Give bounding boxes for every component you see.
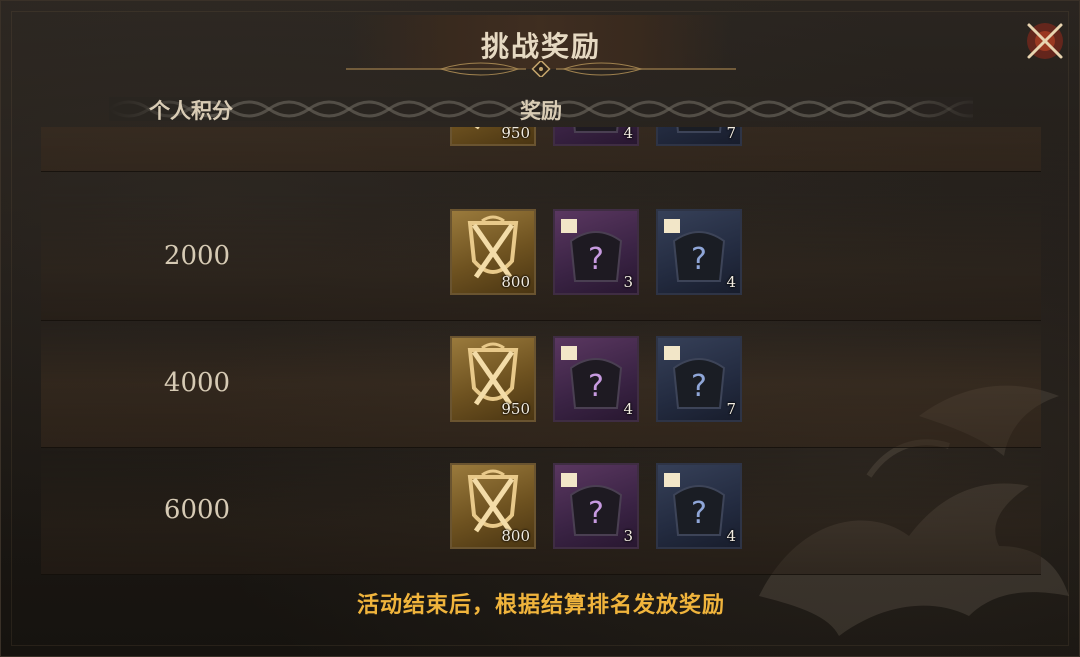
title-bar: 挑战奖励: [1, 1, 1080, 81]
svg-text:?: ?: [588, 496, 604, 531]
reward-quantity: 7: [726, 400, 736, 418]
score-value: 2000: [163, 241, 231, 271]
close-button[interactable]: [1023, 19, 1067, 63]
reward-quantity: 4: [726, 527, 736, 545]
reward-item-emblem[interactable]: 950: [450, 127, 536, 146]
reward-quantity: 800: [501, 527, 530, 545]
reward-quantity: 4: [726, 273, 736, 291]
reward-item-purple-chest[interactable]: ? 3: [553, 209, 639, 295]
dialog-title: 挑战奖励: [480, 30, 601, 63]
reward-list[interactable]: 1500 950 ? 4 ?: [41, 127, 1041, 575]
reward-item-blue-chest[interactable]: ? 4: [656, 209, 742, 295]
reward-item-blue-chest[interactable]: ? 7: [656, 127, 742, 146]
svg-text:?: ?: [588, 127, 604, 128]
score-value: 6000: [163, 495, 231, 525]
reward-row: 2000 800 ? 3 ? 4: [41, 193, 1041, 321]
reward-item-emblem[interactable]: 950: [450, 336, 536, 422]
reward-item-purple-chest[interactable]: ? 3: [553, 463, 639, 549]
reward-item-blue-chest[interactable]: ? 4: [656, 463, 742, 549]
reward-row: 4000 950 ? 4 ? 7: [41, 320, 1041, 448]
reward-quantity: 4: [623, 127, 633, 142]
reward-item-purple-chest[interactable]: ? 4: [553, 127, 639, 146]
reward-distribution-note: 活动结束后，根据结算排名发放奖励: [356, 593, 725, 618]
reward-quantity: 4: [623, 400, 633, 418]
reward-row: 1500 950 ? 4 ?: [41, 127, 1041, 172]
reward-quantity: 7: [726, 127, 736, 142]
svg-text:?: ?: [691, 496, 707, 531]
svg-text:?: ?: [691, 242, 707, 277]
reward-quantity: 950: [501, 127, 530, 142]
reward-quantity: 800: [501, 273, 530, 291]
reward-item-purple-chest[interactable]: ? 4: [553, 336, 639, 422]
reward-item-blue-chest[interactable]: ? 7: [656, 336, 742, 422]
score-column-header: 个人积分: [149, 99, 233, 123]
reward-item-emblem[interactable]: 800: [450, 463, 536, 549]
score-value: 4000: [163, 368, 231, 398]
svg-text:?: ?: [691, 369, 707, 404]
reward-dialog: 挑战奖励 个人积分 奖励 950 4 7 2000 800 ? 3 ? 4 40…: [0, 0, 1080, 657]
reward-quantity: 3: [623, 273, 633, 291]
svg-text:?: ?: [588, 242, 604, 277]
reward-item-emblem[interactable]: 800: [450, 209, 536, 295]
svg-text:?: ?: [588, 369, 604, 404]
reward-row: 6000 800 ? 3 ? 4: [41, 447, 1041, 575]
reward-column-header: 奖励: [520, 99, 562, 123]
reward-quantity: 950: [501, 400, 530, 418]
reward-quantity: 3: [623, 527, 633, 545]
svg-text:?: ?: [691, 127, 707, 128]
title-ornament: [346, 61, 736, 77]
close-icon: [1027, 23, 1063, 59]
